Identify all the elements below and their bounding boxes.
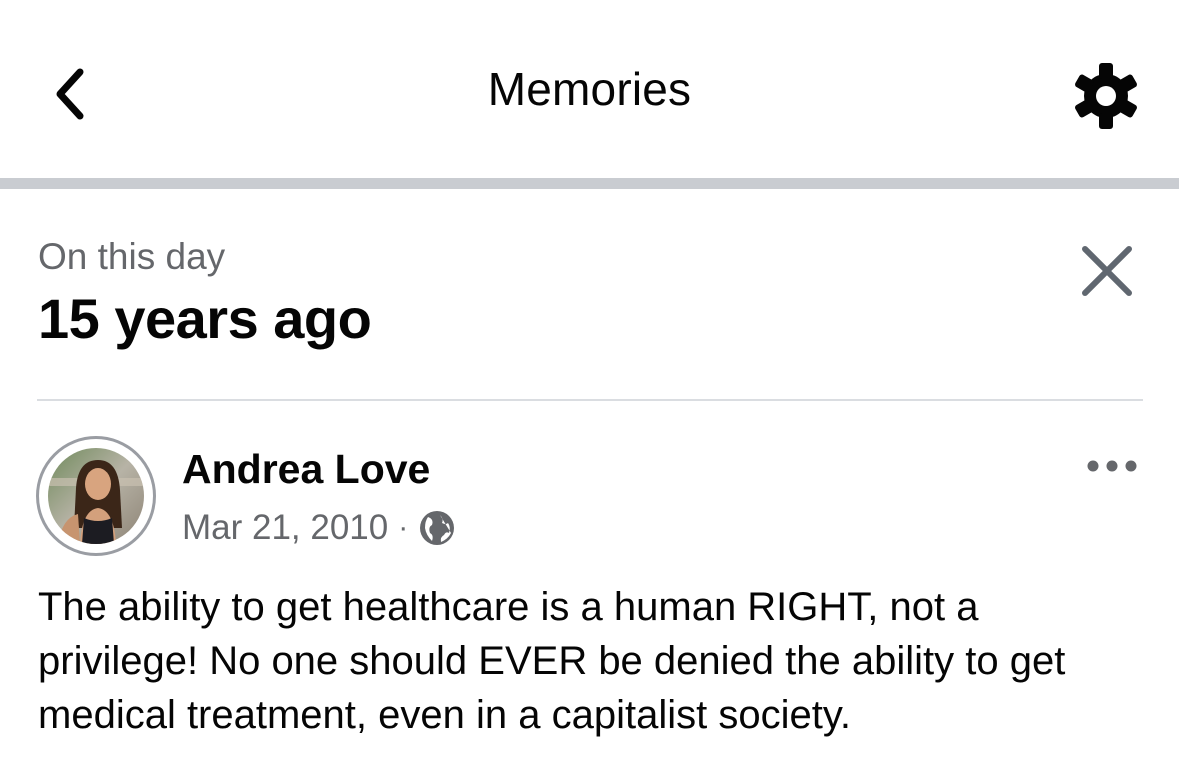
memories-screen: Memories On this day 15 years ago Andrea… (0, 0, 1179, 765)
page-title: Memories (487, 63, 692, 115)
settings-button[interactable] (1064, 54, 1148, 138)
post-date[interactable]: Mar 21, 2010 (182, 508, 388, 548)
avatar[interactable] (36, 436, 156, 556)
close-button[interactable] (1074, 238, 1140, 304)
on-this-day-label: On this day (38, 236, 226, 277)
post-author[interactable]: Andrea Love (182, 446, 430, 493)
post-meta: Mar 21, 2010 · (182, 505, 456, 551)
post-text: The ability to get healthcare is a human… (38, 585, 1066, 737)
close-icon (1082, 246, 1132, 296)
section-divider (37, 399, 1143, 401)
top-nav-bar: Memories (0, 0, 1179, 178)
meta-separator: · (398, 511, 409, 544)
avatar-photo (48, 448, 144, 544)
years-ago-heading: 15 years ago (38, 287, 372, 350)
globe-icon (420, 511, 455, 545)
more-options-button[interactable] (1082, 448, 1142, 484)
gear-icon (1075, 63, 1137, 129)
more-horizontal-icon (1087, 460, 1137, 472)
header-divider (0, 178, 1179, 189)
